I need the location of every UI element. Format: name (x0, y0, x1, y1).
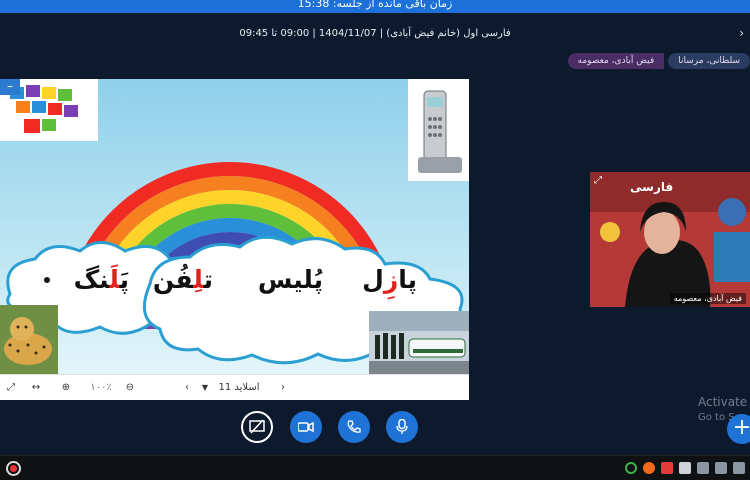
taskbar (0, 455, 750, 480)
minimize-slide-button[interactable]: – (0, 79, 20, 95)
phone-icon (347, 420, 361, 433)
video-name-label: فیض آبادی، معصومه (669, 293, 746, 304)
participant-chip[interactable]: سلطانی، مرسانا (668, 53, 750, 69)
chevron-right-icon[interactable]: › (276, 380, 290, 396)
teacher-video[interactable]: فارسی فیض آبادی، معصومه ⤢ (590, 172, 750, 307)
slide-toolbar: ⤢ ↔ ⊕ ۱۰۰٪ ⊖ ‹ ▼ اسلاید 11 › (0, 374, 469, 400)
word-row: پازِل پُلیس تلِفُن پَلَنگ (0, 265, 469, 305)
participant-list: فیض آبادی، معصومه سلطانی، مرسانا (567, 53, 750, 69)
tray-app-icon[interactable] (679, 462, 691, 474)
call-button[interactable] (338, 411, 370, 443)
zoom-out-icon[interactable]: ⊖ (122, 380, 138, 396)
police-image (369, 311, 469, 374)
cheetah-image (0, 305, 58, 374)
class-info: فارسی اول (خانم فیض آبادی) | 1404/11/07 … (239, 28, 511, 39)
record-icon[interactable] (6, 461, 21, 476)
tray-volume-icon[interactable] (715, 462, 727, 474)
screen-share-button[interactable] (241, 411, 273, 443)
word-pazel: پازِل (362, 265, 417, 294)
chevron-right-icon[interactable]: › (739, 26, 744, 40)
slide-canvas: پازِل پُلیس تلِفُن پَلَنگ (0, 79, 469, 374)
windows-activate-text: Activate (698, 395, 748, 409)
expand-video-icon[interactable]: ⤢ (594, 175, 602, 186)
microphone-icon (396, 419, 408, 434)
slide-viewer: پازِل پُلیس تلِفُن پَلَنگ – ⤢ ↔ ⊕ ۱۰۰٪ ⊖… (0, 79, 469, 400)
tray-battery-icon[interactable] (733, 462, 745, 474)
word-telephone: تلِفُن (152, 265, 213, 294)
camera-button[interactable] (290, 411, 322, 443)
bullet-dot (44, 277, 50, 283)
slide-selector[interactable]: اسلاید 11 (210, 380, 268, 396)
chevron-left-icon[interactable]: ‹ (180, 380, 194, 396)
screen-share-icon (249, 419, 265, 434)
word-police: پُلیس (257, 265, 323, 294)
zoom-in-icon[interactable]: ⊕ (58, 380, 74, 396)
session-timer: زمان باقی مانده از جلسه: 15:38 (0, 0, 750, 13)
fit-width-icon[interactable]: ↔ (28, 380, 44, 396)
participant-chip[interactable]: فیض آبادی، معصومه (567, 53, 665, 69)
poster-text: فارسی (630, 180, 674, 194)
tray-orange-icon[interactable] (643, 462, 655, 474)
fullscreen-icon[interactable]: ⤢ (4, 380, 18, 396)
add-button[interactable]: + (727, 414, 750, 444)
zoom-level: ۱۰۰٪ (90, 382, 112, 393)
tray-green-icon[interactable] (625, 462, 637, 474)
camera-icon (298, 421, 314, 433)
slide-dropdown-icon[interactable]: ▼ (200, 380, 210, 396)
phone-image (408, 79, 469, 181)
tray-red-icon[interactable] (661, 462, 673, 474)
tray-network-icon[interactable] (697, 462, 709, 474)
word-palang: پَلَنگ (73, 265, 129, 294)
microphone-button[interactable] (386, 411, 418, 443)
